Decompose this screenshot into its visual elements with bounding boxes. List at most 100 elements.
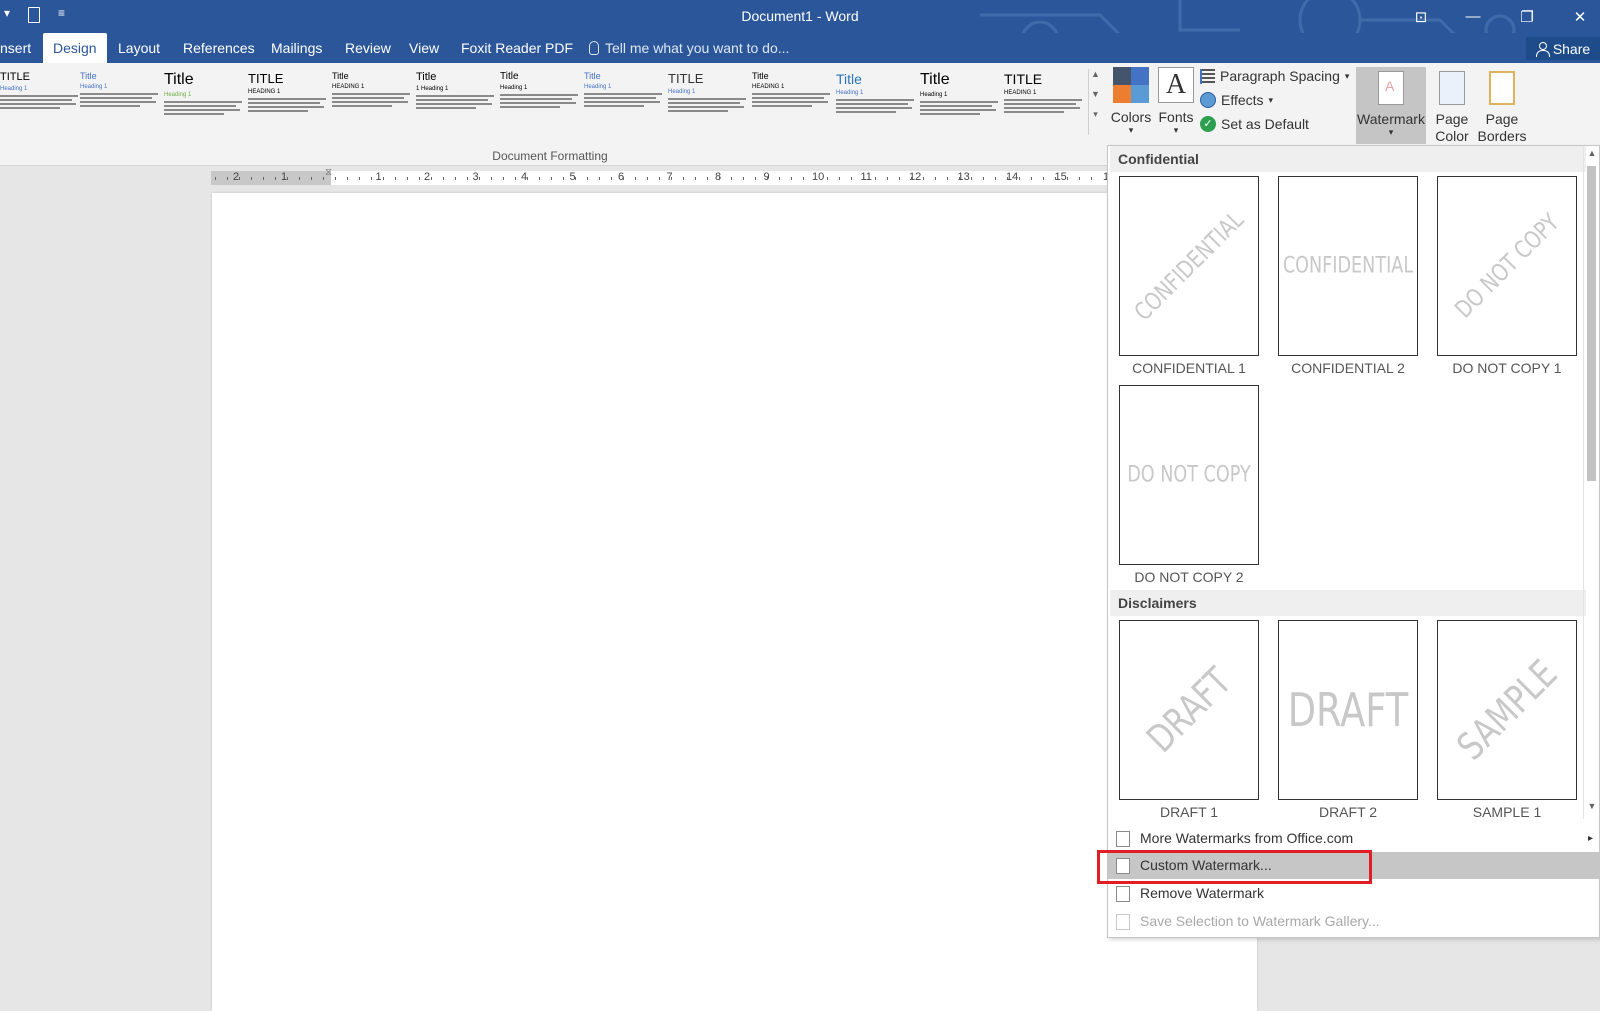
- tab-design[interactable]: Design: [43, 33, 107, 63]
- tell-me-search[interactable]: Tell me what you want to do...: [589, 40, 789, 56]
- ruler-tick: [971, 177, 972, 180]
- watermark-gallery-item[interactable]: DRAFT DRAFT 2: [1278, 620, 1418, 820]
- ruler-tick: [935, 177, 936, 180]
- scroll-up-icon[interactable]: ▲: [1584, 148, 1600, 158]
- ruler-tick: [491, 177, 492, 180]
- ruler-tick: [611, 177, 612, 180]
- paragraph-spacing-label: Paragraph Spacing: [1220, 68, 1340, 84]
- style-set-thumbnail[interactable]: Title HEADING 1: [332, 71, 412, 133]
- style-set-thumbnail[interactable]: Title HEADING 1: [752, 71, 832, 133]
- more-watermarks-menu-item[interactable]: More Watermarks from Office.com ▸: [1108, 825, 1599, 852]
- ruler-tick: [1091, 177, 1092, 180]
- ruler-tick: [719, 177, 720, 180]
- style-set-thumbnail[interactable]: TITLE Heading 1: [0, 71, 80, 133]
- ruler-tick: [383, 177, 384, 180]
- ruler-tick: [767, 177, 768, 180]
- tab-review[interactable]: Review: [335, 33, 401, 63]
- tab-foxit-reader-pdf[interactable]: Foxit Reader PDF: [451, 33, 583, 63]
- indent-marker-icon[interactable]: ⧖: [325, 167, 332, 178]
- colors-button[interactable]: Colors ▾: [1110, 67, 1152, 136]
- watermark-preview: DRAFT: [1119, 620, 1259, 800]
- watermark-gallery-item[interactable]: SAMPLE SAMPLE 1: [1437, 620, 1577, 820]
- style-set-thumbnail[interactable]: Title Heading 1: [80, 71, 160, 133]
- watermark-gallery-item[interactable]: CONFIDENTIAL CONFIDENTIAL 2: [1278, 176, 1418, 376]
- tab-insert[interactable]: nsert: [0, 33, 41, 63]
- set-as-default-label: Set as Default: [1221, 116, 1309, 132]
- watermark-preview: SAMPLE: [1437, 620, 1577, 800]
- scrollbar-thumb[interactable]: [1587, 166, 1596, 481]
- ruler-tick: [227, 177, 228, 180]
- watermark-preview-text: CONFIDENTIAL: [1282, 253, 1414, 279]
- page-borders-label-2: Borders: [1477, 128, 1527, 144]
- gallery-down-icon[interactable]: ▼: [1089, 89, 1102, 99]
- tab-view[interactable]: View: [399, 33, 449, 63]
- custom-watermark-highlight: [1097, 850, 1372, 884]
- ruler-tick: [887, 177, 888, 180]
- ruler-tick: [1019, 177, 1020, 180]
- effects-label: Effects: [1221, 92, 1264, 108]
- style-set-thumbnail[interactable]: Title Heading 1: [920, 71, 1000, 133]
- gallery-scroll[interactable]: ▲ ▼ ▾: [1088, 69, 1102, 135]
- page-color-icon: [1439, 71, 1465, 105]
- ruler-tick: [539, 177, 540, 180]
- paragraph-spacing-button[interactable]: Paragraph Spacing ▾: [1200, 68, 1349, 84]
- effects-icon: [1200, 92, 1216, 108]
- ruler-tick: [323, 177, 324, 180]
- style-set-thumbnail[interactable]: Title 1 Heading 1: [416, 71, 496, 133]
- style-set-title: Title: [836, 71, 862, 87]
- ruler-number: 1: [375, 171, 382, 183]
- ruler-tick: [419, 177, 420, 180]
- style-set-thumbnail[interactable]: TITLE HEADING 1: [248, 71, 328, 133]
- gallery-more-icon[interactable]: ▾: [1089, 109, 1102, 120]
- watermark-button[interactable]: A Watermark ▾: [1356, 67, 1426, 144]
- style-set-title: Title: [752, 71, 769, 81]
- restore-button[interactable]: ❐: [1501, 0, 1553, 33]
- watermark-gallery-item[interactable]: DO NOT COPY DO NOT COPY 1: [1437, 176, 1577, 376]
- watermark-item-label: CONFIDENTIAL 1: [1132, 360, 1246, 376]
- tab-layout[interactable]: Layout: [108, 33, 170, 63]
- style-set-thumbnail[interactable]: Title Heading 1: [836, 71, 916, 133]
- set-as-default-button[interactable]: ✓ Set as Default: [1200, 116, 1309, 132]
- style-set-thumbnail[interactable]: TITLE HEADING 1: [1004, 71, 1084, 133]
- document-formatting-group-label: Document Formatting: [492, 149, 608, 163]
- ribbon-display-options-icon[interactable]: ⊡: [1395, 0, 1447, 33]
- scroll-down-icon[interactable]: ▼: [1584, 801, 1600, 811]
- ruler-tick: [479, 177, 480, 180]
- effects-button[interactable]: Effects ▾: [1200, 92, 1273, 108]
- style-set-thumbnail[interactable]: Title Heading 1: [500, 71, 580, 133]
- watermark-gallery-item[interactable]: CONFIDENTIAL CONFIDENTIAL 1: [1119, 176, 1259, 376]
- style-set-body-lines: [836, 99, 916, 113]
- style-set-body-lines: [500, 94, 580, 108]
- page-color-button[interactable]: Page Color: [1428, 67, 1476, 145]
- paragraph-spacing-icon: [1200, 68, 1215, 84]
- check-icon: ✓: [1200, 116, 1216, 132]
- style-set-body-lines: [164, 101, 244, 115]
- watermark-gallery-item[interactable]: DO NOT COPY DO NOT COPY 2: [1119, 385, 1259, 585]
- ruler-tick: [695, 177, 696, 180]
- save-to-gallery-label: Save Selection to Watermark Gallery...: [1140, 913, 1380, 929]
- style-set-heading: 1 Heading 1: [416, 86, 449, 92]
- style-set-title: Title: [332, 71, 349, 81]
- style-set-thumbnail[interactable]: TITLE Heading 1: [668, 71, 748, 133]
- horizontal-ruler[interactable]: ⧖ 211234567891011121314151: [211, 167, 1111, 185]
- fonts-button[interactable]: A Fonts ▾: [1155, 67, 1197, 136]
- style-set-thumbnail[interactable]: Title Heading 1: [164, 71, 244, 133]
- style-set-heading: Heading 1: [80, 84, 108, 90]
- minimize-button[interactable]: —: [1447, 0, 1499, 33]
- close-button[interactable]: ✕: [1554, 0, 1600, 33]
- ruler-tick: [863, 177, 864, 180]
- page-borders-button[interactable]: Page Borders: [1477, 67, 1527, 145]
- remove-watermark-menu-item[interactable]: Remove Watermark: [1108, 880, 1599, 907]
- tab-references[interactable]: References: [173, 33, 265, 63]
- ruler-number: 15: [1054, 171, 1067, 183]
- gallery-scrollbar[interactable]: ▲ ▼: [1583, 146, 1599, 819]
- ruler-tick: [623, 177, 624, 180]
- watermark-preview: DO NOT COPY: [1119, 385, 1259, 565]
- fonts-label: Fonts: [1158, 109, 1194, 125]
- style-set-thumbnail[interactable]: Title Heading 1: [584, 71, 664, 133]
- gallery-up-icon[interactable]: ▲: [1089, 69, 1102, 79]
- tab-mailings[interactable]: Mailings: [261, 33, 332, 63]
- document-page[interactable]: [212, 193, 1257, 1011]
- share-button[interactable]: Share: [1526, 37, 1600, 60]
- watermark-gallery-item[interactable]: DRAFT DRAFT 1: [1119, 620, 1259, 820]
